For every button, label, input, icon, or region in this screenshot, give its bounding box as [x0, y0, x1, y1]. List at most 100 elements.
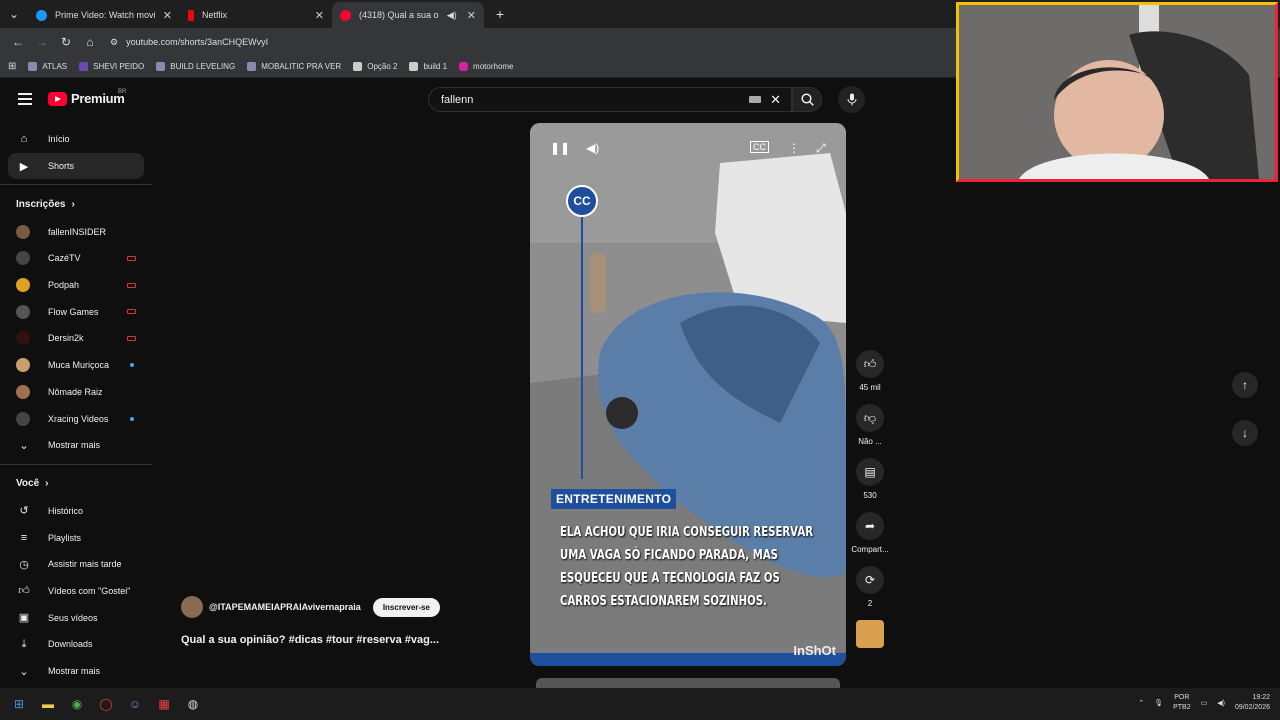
- search-button[interactable]: [792, 87, 822, 112]
- pause-icon[interactable]: ❚❚: [550, 141, 570, 155]
- search-query: fallenn: [441, 93, 474, 106]
- sidebar-item-assistir-mais-tarde[interactable]: ◷ Assistir mais tarde: [8, 551, 144, 578]
- divider: [0, 463, 152, 465]
- sidebar-item-xracing-videos[interactable]: Xracing Videos: [8, 405, 144, 432]
- sidebar-item-podpah[interactable]: Podpah: [8, 272, 144, 299]
- short-actions: 👍︎ 45 mil 👎︎ Não ... ▤ 530 ➦ Compart... ⟳ 2: [851, 350, 889, 660]
- sidebar-item-downloads[interactable]: ⤓ Downloads: [8, 631, 144, 658]
- sidebar-item-dersin2k[interactable]: Dersin2k: [8, 325, 144, 352]
- sidebar-item-shorts[interactable]: ▶ Shorts: [8, 152, 144, 180]
- home-icon[interactable]: ⌂: [80, 32, 100, 52]
- windows-taskbar: ⊞ ▬ ◉ ◯ ☺ ▦ ◍ ⌃ 🎙︎ POR PTB2 ▭ ◀) 19:22 09/…: [0, 688, 1280, 720]
- reload-icon[interactable]: ↻: [56, 32, 76, 52]
- obs-icon[interactable]: ◍: [183, 694, 203, 714]
- bookmark-opcao-2[interactable]: Opção 2: [353, 62, 397, 71]
- fullscreen-icon[interactable]: ⤢: [816, 141, 826, 156]
- sidebar-item-fallen-insider[interactable]: fallenINSIDER: [8, 218, 144, 245]
- remix-button[interactable]: ⟳ 2: [852, 566, 888, 608]
- tab-title: Netflix: [202, 10, 228, 20]
- forward-icon[interactable]: →: [32, 32, 52, 52]
- back-icon[interactable]: ←: [8, 32, 28, 52]
- sidebar-item-inicio[interactable]: ⌂ Início: [8, 126, 144, 153]
- sidebar-item-muca-muricoca[interactable]: Muca Muriçoca: [8, 352, 144, 379]
- opera-icon[interactable]: ◯: [96, 694, 116, 714]
- closed-captions-icon[interactable]: CC: [750, 141, 769, 153]
- new-tab-button[interactable]: +: [490, 4, 510, 24]
- tab-prime-video[interactable]: Prime Video: Watch movies, TV ✕: [28, 2, 180, 28]
- site-info-icon[interactable]: ⚙: [110, 37, 118, 48]
- close-icon[interactable]: ✕: [163, 9, 172, 22]
- more-options-icon[interactable]: ⋮: [788, 141, 800, 155]
- volume-icon[interactable]: ◀): [1217, 699, 1225, 707]
- bookmark-motorhome[interactable]: motorhome: [459, 62, 514, 71]
- display-icon[interactable]: ▭: [1201, 699, 1208, 707]
- clock[interactable]: 19:22 09/02/2026: [1235, 693, 1270, 713]
- bookmark-icon: [353, 62, 363, 71]
- watermark: InShOt: [793, 643, 836, 658]
- arrow-up-icon: ↑: [1242, 378, 1248, 392]
- youtube-premium-logo[interactable]: Premium BR: [48, 89, 126, 106]
- discord-icon[interactable]: ☺: [125, 694, 145, 714]
- show-more-button[interactable]: ⌄ Mostrar mais: [8, 432, 144, 459]
- close-icon[interactable]: ✕: [467, 9, 476, 22]
- comments-button[interactable]: ▤ 530: [852, 458, 888, 500]
- keyboard-icon[interactable]: [749, 96, 761, 103]
- search-input[interactable]: fallenn ✕: [428, 87, 792, 112]
- volume-icon[interactable]: ◀): [586, 141, 599, 155]
- sidebar-item-seus-videos[interactable]: ▣ Seus vídeos: [8, 604, 144, 631]
- bookmark-icon: [28, 62, 38, 71]
- channel-avatar[interactable]: [181, 596, 203, 618]
- like-button[interactable]: 👍︎ 45 mil: [852, 350, 888, 392]
- speaker-icon[interactable]: ◀): [447, 10, 457, 21]
- windows-start-icon[interactable]: ⊞: [9, 694, 29, 714]
- share-icon: ➦: [856, 512, 884, 540]
- microphone-icon[interactable]: 🎙︎: [1154, 699, 1163, 707]
- file-explorer-icon[interactable]: ▬: [38, 694, 58, 714]
- bookmark-build-leveling[interactable]: BUILD LEVELING: [156, 62, 235, 71]
- short-video-player[interactable]: ❚❚ ◀) CC ⋮ ⤢ CC ENTRETENIMENTO ELA ACHOU…: [530, 123, 846, 666]
- sidebar-item-videos-gostei[interactable]: 👍︎ Vídeos com "Gostei": [8, 578, 144, 605]
- bookmark-mobalitic[interactable]: MOBALITIC PRA VER: [247, 62, 341, 71]
- close-icon[interactable]: ✕: [315, 9, 324, 22]
- webcam-feed: [959, 5, 1275, 179]
- sidebar-item-playlists[interactable]: ≡ Playlists: [8, 524, 144, 551]
- chrome-icon[interactable]: ◉: [67, 694, 87, 714]
- search-icon: [800, 93, 814, 106]
- short-title[interactable]: Qual a sua opinião? #dicas #tour #reserv…: [181, 634, 439, 646]
- bookmark-label: BUILD LEVELING: [170, 62, 236, 71]
- live-icon: [127, 335, 136, 341]
- chevron-up-icon[interactable]: ⌃: [1138, 699, 1144, 707]
- channel-name[interactable]: @ITAPEMAMEIAPRAIAvivernapraia: [209, 602, 361, 612]
- sidebar-item-historico[interactable]: ↺ Histórico: [8, 498, 144, 525]
- sidebar-item-cazetv[interactable]: CazéTV: [8, 245, 144, 272]
- app-icon[interactable]: ▦: [154, 694, 174, 714]
- divider: [0, 184, 152, 186]
- sound-thumbnail[interactable]: [852, 620, 888, 648]
- bookmark-icon: [79, 62, 89, 71]
- sidebar-item-flow-games[interactable]: Flow Games: [8, 298, 144, 325]
- you-header[interactable]: Você ›: [0, 470, 152, 498]
- tab-youtube[interactable]: (4318) Qual a sua opinião? ◀) ✕: [332, 2, 484, 28]
- tab-netflix[interactable]: Netflix ✕: [180, 2, 332, 28]
- webcam-overlay: [956, 2, 1278, 182]
- bookmark-build-1[interactable]: build 1: [409, 62, 447, 71]
- subscribe-button[interactable]: Inscrever-se: [372, 597, 440, 617]
- next-short-button[interactable]: ↓: [1232, 420, 1258, 446]
- url-field[interactable]: ⚙ youtube.com/shorts/3anCHQEWvyI: [110, 37, 268, 48]
- voice-search-button[interactable]: [838, 86, 865, 113]
- sidebar-item-nomade-raiz[interactable]: Nômade Raiz: [8, 379, 144, 406]
- previous-short-button[interactable]: ↑: [1232, 372, 1258, 398]
- apps-grid-icon[interactable]: ⊞: [8, 61, 16, 72]
- keyboard-language[interactable]: POR PTB2: [1173, 693, 1191, 713]
- lang-label: POR: [1174, 694, 1190, 701]
- clear-search-icon[interactable]: ✕: [770, 92, 781, 108]
- bookmark-shevi-peido[interactable]: SHEVI PEIDO: [79, 62, 144, 71]
- avatar: [16, 358, 30, 373]
- show-more-button-2[interactable]: ⌄ Mostrar mais: [8, 658, 144, 685]
- share-button[interactable]: ➦ Compart...: [851, 512, 889, 554]
- subscriptions-header[interactable]: Inscrições ›: [0, 190, 152, 218]
- tab-list-icon[interactable]: ⌄: [4, 4, 24, 24]
- menu-icon[interactable]: [18, 93, 32, 105]
- dislike-button[interactable]: 👎︎ Não ...: [852, 404, 888, 446]
- bookmark-atlas[interactable]: ATLAS: [28, 62, 67, 71]
